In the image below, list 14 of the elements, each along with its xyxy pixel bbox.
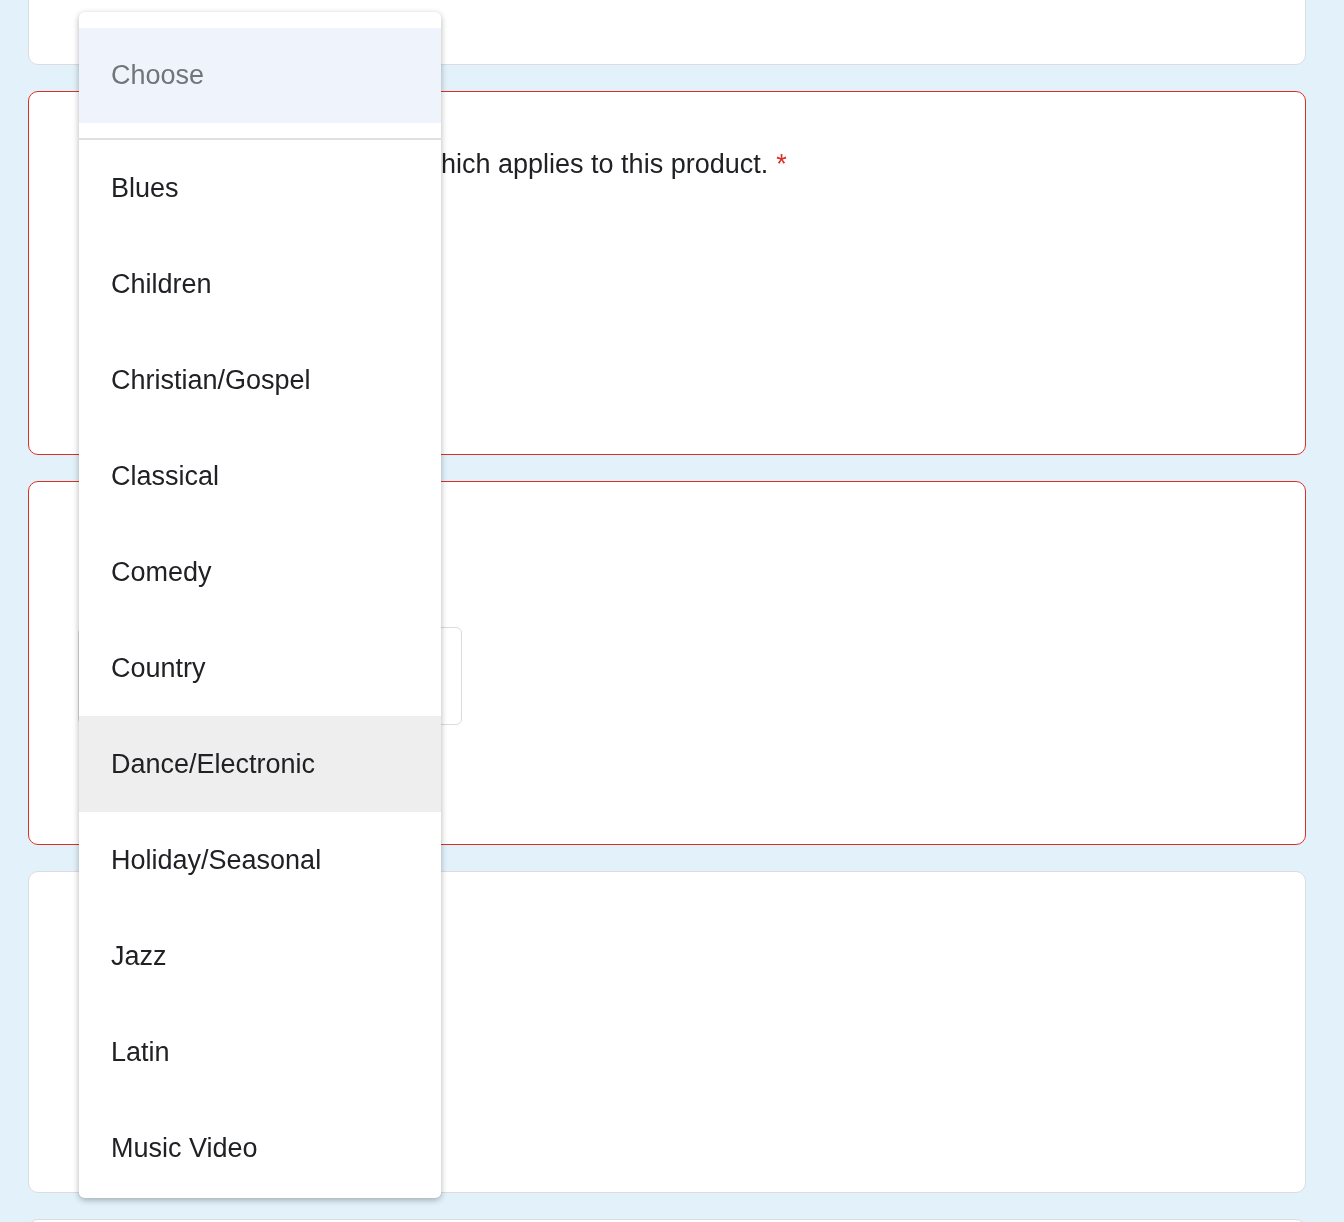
required-mark: * [776, 148, 787, 181]
question-text: hich applies to this product. [441, 148, 769, 181]
menu-option[interactable]: Holiday/Seasonal [79, 812, 441, 908]
menu-option[interactable]: Jazz [79, 908, 441, 1004]
menu-option[interactable]: Music Video [79, 1100, 441, 1196]
menu-option[interactable]: Classical [79, 428, 441, 524]
menu-option[interactable]: Blues [79, 140, 441, 236]
menu-option[interactable]: Country [79, 620, 441, 716]
menu-option[interactable]: Dance/Electronic [79, 716, 441, 812]
menu-option[interactable]: Children [79, 236, 441, 332]
menu-option[interactable]: Christian/Gospel [79, 332, 441, 428]
menu-option[interactable]: Choose [79, 28, 441, 123]
menu-option[interactable]: Latin [79, 1004, 441, 1100]
menu-option[interactable]: Comedy [79, 524, 441, 620]
